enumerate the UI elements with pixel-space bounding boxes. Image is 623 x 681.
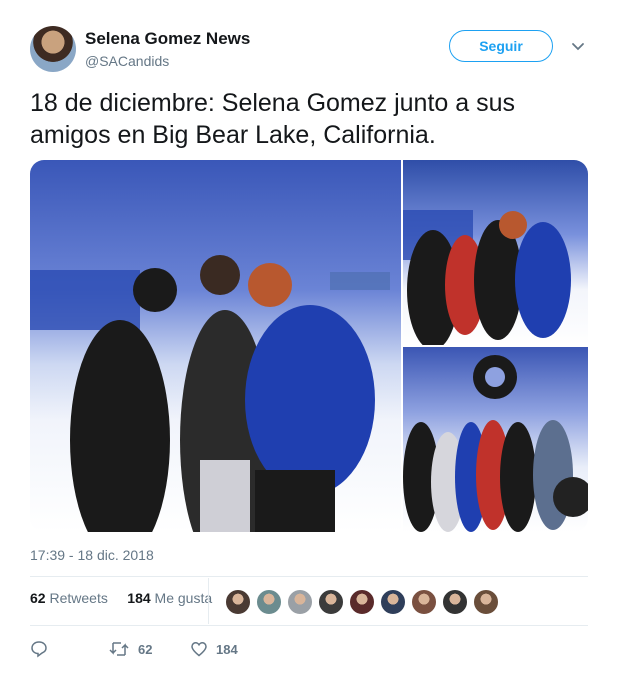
tweet-text: 18 de diciembre: Selena Gomez junto a su… (30, 89, 515, 149)
photo-main[interactable] (30, 160, 401, 532)
chevron-down-icon[interactable] (571, 40, 585, 54)
divider (30, 576, 588, 577)
retweets-label[interactable]: Retweets (49, 590, 107, 606)
liker-avatar[interactable] (473, 589, 499, 615)
liker-avatar[interactable] (318, 589, 344, 615)
liker-avatar[interactable] (287, 589, 313, 615)
retweet-count: 62 (138, 641, 153, 657)
photo-top-right[interactable] (403, 160, 588, 350)
liker-avatar[interactable] (225, 589, 251, 615)
reply-button[interactable] (30, 640, 56, 658)
divider (30, 625, 588, 626)
photo-bottom-right[interactable] (403, 347, 588, 532)
media-grid (30, 160, 588, 532)
display-name[interactable]: Selena Gomez News (85, 29, 250, 49)
heart-icon (191, 642, 207, 657)
liker-avatar[interactable] (411, 589, 437, 615)
like-button[interactable]: 184 (190, 640, 238, 658)
liker-avatars (225, 589, 499, 615)
follow-button[interactable]: Seguir (449, 30, 553, 62)
liker-avatar[interactable] (256, 589, 282, 615)
liker-avatar[interactable] (349, 589, 375, 615)
liker-avatar[interactable] (380, 589, 406, 615)
retweet-button[interactable]: 62 (108, 640, 152, 658)
likes-count[interactable]: 184 (127, 590, 150, 606)
engagement-stats: 62 Retweets 184 Me gusta (30, 590, 212, 606)
retweet-icon (109, 642, 129, 656)
stats-separator (208, 578, 209, 624)
like-count: 184 (216, 641, 238, 657)
handle[interactable]: @SACandids (85, 53, 169, 69)
retweets-count[interactable]: 62 (30, 590, 46, 606)
reply-icon (31, 641, 47, 658)
avatar[interactable] (30, 26, 76, 72)
tweet-timestamp[interactable]: 17:39 - 18 dic. 2018 (30, 547, 154, 563)
liker-avatar[interactable] (442, 589, 468, 615)
likes-label[interactable]: Me gusta (155, 590, 213, 606)
